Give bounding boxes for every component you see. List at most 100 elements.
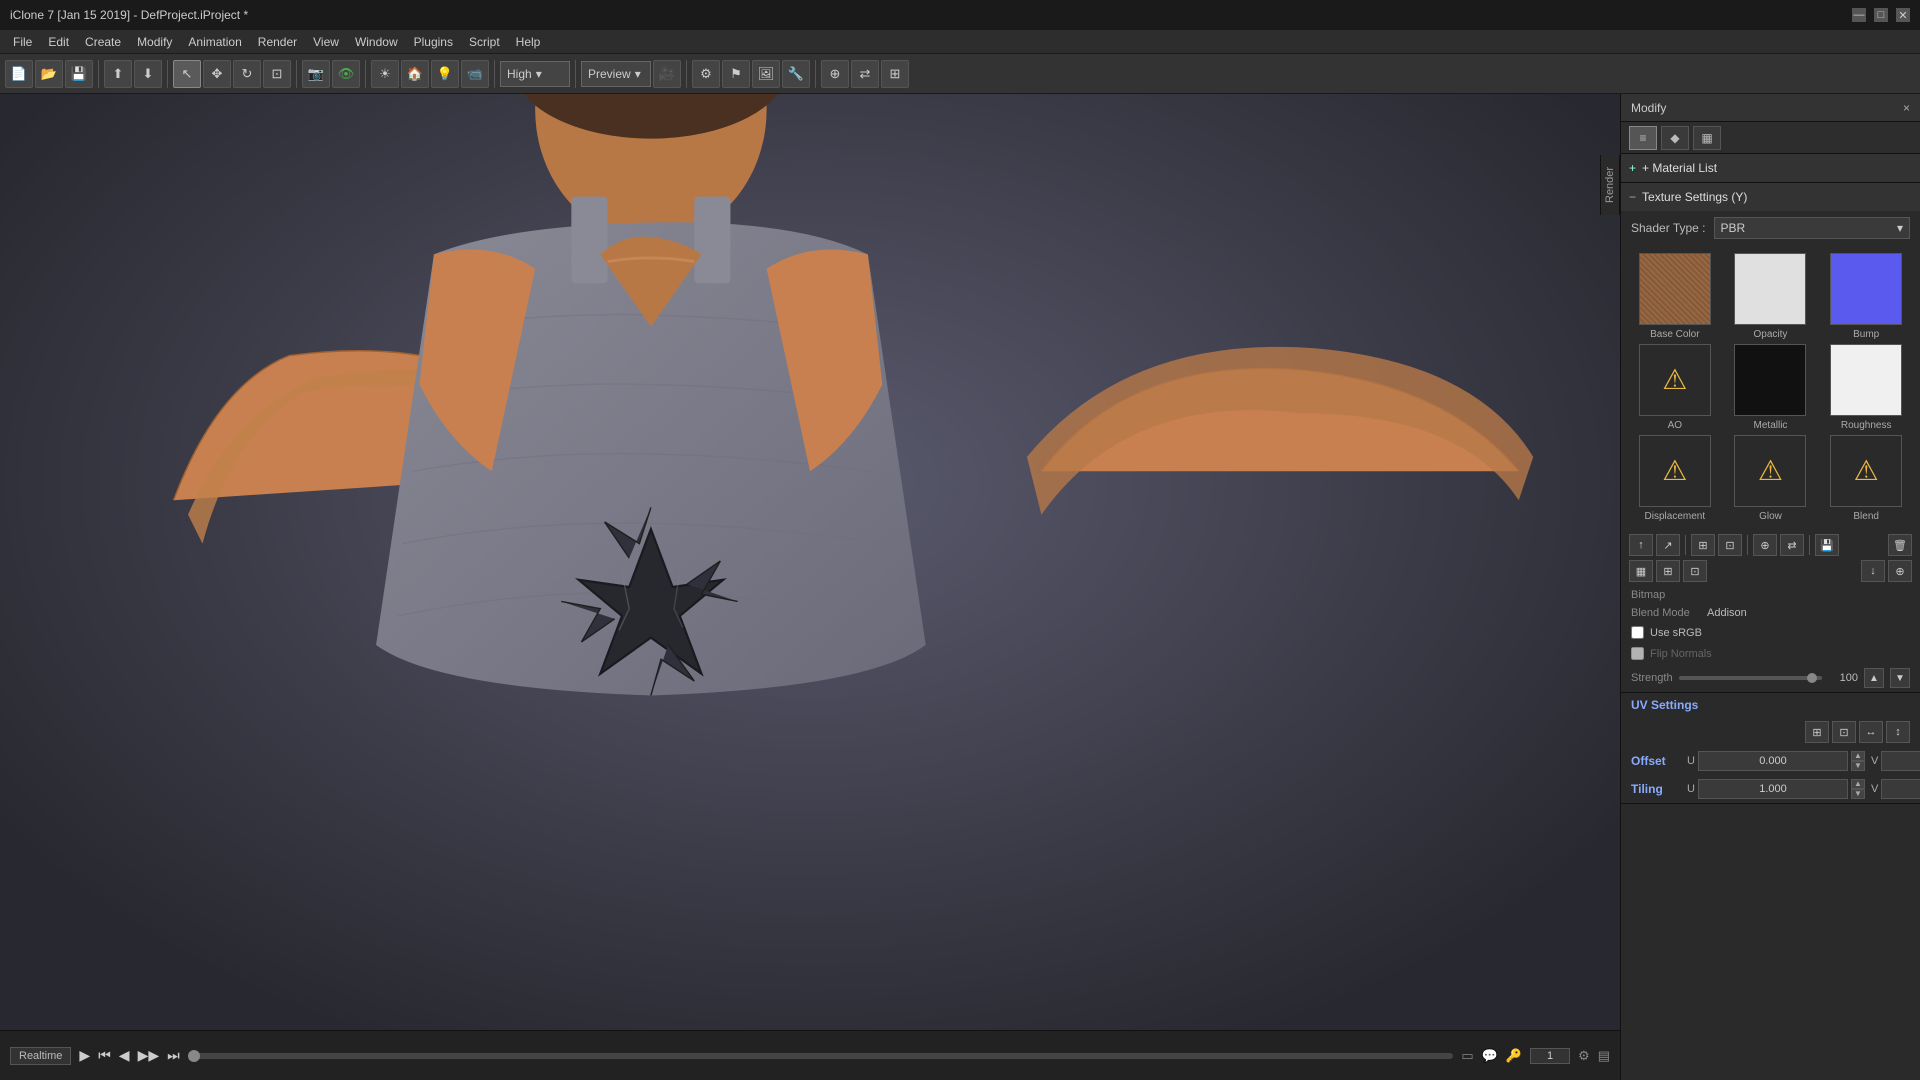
prop-button1[interactable]: ↓ xyxy=(1861,560,1885,582)
menu-script[interactable]: Script xyxy=(461,33,508,51)
eye-button[interactable]: 👁 xyxy=(332,60,360,88)
strength-down-button[interactable]: ▼ xyxy=(1890,668,1910,688)
texture-settings-header[interactable]: − Texture Settings (Y) xyxy=(1621,183,1920,211)
render-sidebar-tab[interactable]: Render xyxy=(1600,155,1620,215)
copy-texture-button[interactable]: ⊞ xyxy=(1691,534,1715,556)
texture-glow-thumb[interactable]: ⚠ xyxy=(1734,435,1806,507)
offset-u-up-button[interactable]: ▲ xyxy=(1851,751,1865,761)
camera2-button[interactable]: 📹 xyxy=(461,60,489,88)
tiling-u-input[interactable]: 1.000 xyxy=(1698,779,1848,799)
fill-button[interactable]: ⊡ xyxy=(1683,560,1707,582)
offset-u-input[interactable]: 0.000 xyxy=(1698,751,1848,771)
rotate-button[interactable]: ↻ xyxy=(233,60,261,88)
record-button[interactable]: 🎥 xyxy=(653,60,681,88)
layout-icon[interactable]: ▤ xyxy=(1598,1048,1610,1064)
texture-bump-thumb[interactable] xyxy=(1830,253,1902,325)
offset-v-input[interactable]: 0.000 xyxy=(1881,751,1920,771)
play-button[interactable]: ▶ xyxy=(79,1047,90,1064)
import-button[interactable]: ⬆ xyxy=(104,60,132,88)
frame-number-input[interactable]: 1 xyxy=(1530,1048,1570,1064)
menu-plugins[interactable]: Plugins xyxy=(406,33,461,51)
delete-texture-button[interactable]: 🗑 xyxy=(1888,534,1912,556)
tab-texture[interactable]: ▦ xyxy=(1693,126,1721,150)
strength-handle[interactable] xyxy=(1807,673,1817,683)
flag-button[interactable]: ⚑ xyxy=(722,60,750,88)
uv-tile-button[interactable]: ⊡ xyxy=(1832,721,1856,743)
rigging-button[interactable]: ⚙ xyxy=(692,60,720,88)
texture-blend-thumb[interactable]: ⚠ xyxy=(1830,435,1902,507)
modify-close-icon[interactable]: × xyxy=(1903,101,1910,115)
record-mode-button[interactable]: 💬 xyxy=(1482,1048,1498,1064)
close-button[interactable]: ✕ xyxy=(1896,8,1910,22)
sun-button[interactable]: ☀ xyxy=(371,60,399,88)
maximize-button[interactable]: □ xyxy=(1874,8,1888,22)
quality-dropdown[interactable]: High ▾ xyxy=(500,61,570,87)
preview-dropdown[interactable]: Preview ▾ xyxy=(581,61,651,87)
light-button[interactable]: 💡 xyxy=(431,60,459,88)
tab-motion[interactable]: ≡ xyxy=(1629,126,1657,150)
render2-button[interactable]: 🖼 xyxy=(752,60,780,88)
prop-button2[interactable]: ⊕ xyxy=(1888,560,1912,582)
texture-opacity-thumb[interactable] xyxy=(1734,253,1806,325)
texture-displacement-thumb[interactable]: ⚠ xyxy=(1639,435,1711,507)
texture-metallic-thumb[interactable] xyxy=(1734,344,1806,416)
key-button[interactable]: 🔑 xyxy=(1506,1048,1522,1064)
tab-material[interactable]: ◆ xyxy=(1661,126,1689,150)
flip-normals-checkbox[interactable] xyxy=(1631,647,1644,660)
scale-button[interactable]: ⊡ xyxy=(263,60,291,88)
export-texture-button[interactable]: ↗ xyxy=(1656,534,1680,556)
load-texture-button[interactable]: ↑ xyxy=(1629,534,1653,556)
prev-frame-button[interactable]: ◀ xyxy=(119,1047,130,1064)
strength-up-button[interactable]: ▲ xyxy=(1864,668,1884,688)
next-frame-button[interactable]: ▶▶ xyxy=(138,1047,160,1064)
viewport[interactable]: Realtime ▶ ⏮ ◀ ▶▶ ⏭ ▭ 💬 🔑 1 ⚙ ▤ xyxy=(0,94,1620,1080)
uv-fit-button[interactable]: ⊞ xyxy=(1805,721,1829,743)
menu-help[interactable]: Help xyxy=(508,33,549,51)
fit-button[interactable]: ⊞ xyxy=(1656,560,1680,582)
move-button[interactable]: ✥ xyxy=(203,60,231,88)
menu-file[interactable]: File xyxy=(5,33,40,51)
uv-flip-v-button[interactable]: ↕ xyxy=(1886,721,1910,743)
minimize-button[interactable]: — xyxy=(1852,8,1866,22)
menu-window[interactable]: Window xyxy=(347,33,406,51)
clip-mode-button[interactable]: ▭ xyxy=(1461,1048,1473,1064)
grid-view-button[interactable]: ▦ xyxy=(1629,560,1653,582)
panel-scroll-content[interactable]: + + Material List − Texture Settings (Y)… xyxy=(1621,154,1920,1080)
wrench-button[interactable]: 🔧 xyxy=(782,60,810,88)
offset-u-down-button[interactable]: ▼ xyxy=(1851,761,1865,771)
material-list-header[interactable]: + + Material List xyxy=(1621,154,1920,182)
tool1-button[interactable]: ⊕ xyxy=(821,60,849,88)
menu-view[interactable]: View xyxy=(305,33,347,51)
select-button[interactable]: ↖ xyxy=(173,60,201,88)
menu-render[interactable]: Render xyxy=(250,33,305,51)
export-button[interactable]: ⬇ xyxy=(134,60,162,88)
tiling-u-up-button[interactable]: ▲ xyxy=(1851,779,1865,789)
uv-flip-h-button[interactable]: ↔ xyxy=(1859,721,1883,743)
open-button[interactable]: 📂 xyxy=(35,60,63,88)
tiling-u-down-button[interactable]: ▼ xyxy=(1851,789,1865,799)
fast-forward-button[interactable]: ⏭ xyxy=(167,1047,180,1064)
share-texture-button[interactable]: ⊕ xyxy=(1753,534,1777,556)
settings-icon[interactable]: ⚙ xyxy=(1578,1048,1590,1064)
texture-roughness-thumb[interactable] xyxy=(1830,344,1902,416)
menu-edit[interactable]: Edit xyxy=(40,33,77,51)
menu-create[interactable]: Create xyxy=(77,33,129,51)
tool2-button[interactable]: ⇄ xyxy=(851,60,879,88)
home-light-button[interactable]: 🏠 xyxy=(401,60,429,88)
use-srgb-checkbox[interactable] xyxy=(1631,626,1644,639)
tiling-v-input[interactable] xyxy=(1881,779,1920,799)
link-texture-button[interactable]: ⇄ xyxy=(1780,534,1804,556)
menu-animation[interactable]: Animation xyxy=(180,33,249,51)
shader-type-select[interactable]: PBR ▾ xyxy=(1714,217,1911,239)
new-button[interactable]: 📄 xyxy=(5,60,33,88)
rewind-button[interactable]: ⏮ xyxy=(98,1047,111,1064)
tool3-button[interactable]: ⊞ xyxy=(881,60,909,88)
texture-ao-thumb[interactable]: ⚠ xyxy=(1639,344,1711,416)
texture-base-color-thumb[interactable] xyxy=(1639,253,1711,325)
save-button[interactable]: 💾 xyxy=(65,60,93,88)
strength-slider[interactable] xyxy=(1679,676,1822,680)
save-texture-button[interactable]: 💾 xyxy=(1815,534,1839,556)
paste-texture-button[interactable]: ⊡ xyxy=(1718,534,1742,556)
menu-modify[interactable]: Modify xyxy=(129,33,180,51)
camera-button[interactable]: 📷 xyxy=(302,60,330,88)
